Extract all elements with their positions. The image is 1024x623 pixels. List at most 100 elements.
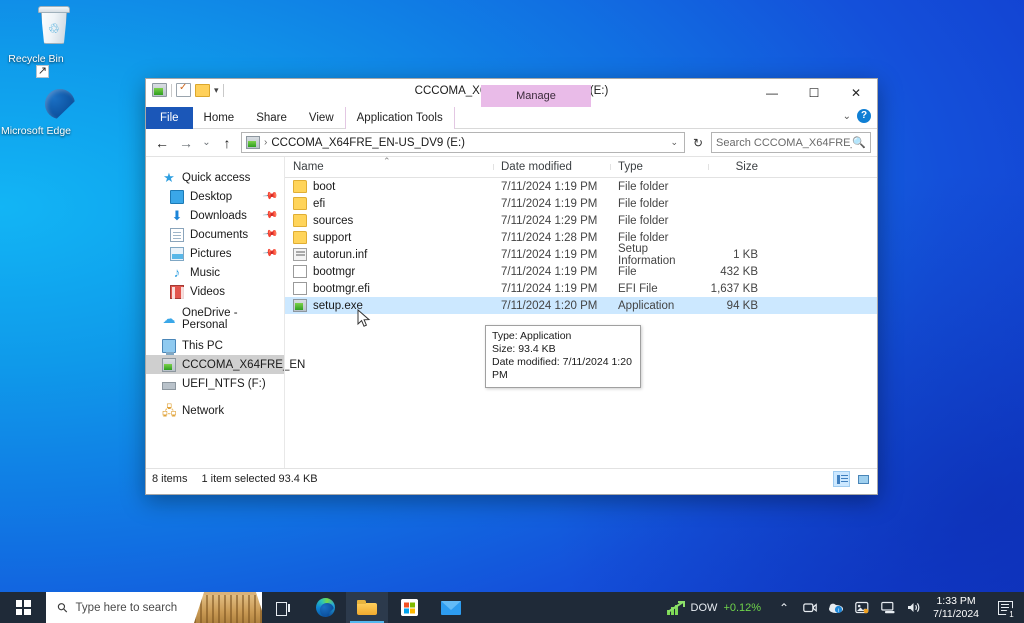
taskbar-mail-button[interactable]: [430, 592, 472, 623]
tab-home[interactable]: Home: [193, 107, 246, 129]
tooltip-line: Size: 93.4 KB: [492, 343, 634, 356]
volume-tray-icon[interactable]: [901, 592, 927, 623]
chevron-down-icon[interactable]: ⌄: [670, 137, 680, 148]
sidebar-item-this-pc[interactable]: This PC: [146, 336, 284, 355]
sidebar-item-quick-access[interactable]: ★ Quick access: [146, 168, 284, 187]
tab-view[interactable]: View: [298, 107, 345, 129]
desktop-icon-recycle-bin[interactable]: ♲ Recycle Bin: [0, 6, 72, 65]
sidebar-item-music[interactable]: ♪ Music: [146, 263, 284, 282]
pin-icon[interactable]: 📌: [261, 188, 278, 204]
inf-file-icon: [293, 248, 307, 261]
sidebar-item-desktop[interactable]: Desktop 📌: [146, 187, 284, 206]
taskbar-file-explorer-button[interactable]: [346, 592, 388, 623]
status-item-count: 8 items: [152, 473, 187, 485]
sidebar-item-pictures[interactable]: Pictures 📌: [146, 244, 284, 263]
table-row[interactable]: bootmgr 7/11/2024 1:19 PM File 432 KB: [285, 263, 877, 280]
desktop-icon-label: Microsoft Edge: [1, 125, 71, 137]
download-icon: ⬇: [170, 209, 184, 223]
status-selection-info: 1 item selected 93.4 KB: [201, 473, 317, 485]
table-row-selected[interactable]: setup.exe 7/11/2024 1:20 PM Application …: [285, 297, 877, 314]
column-header-type[interactable]: Type: [610, 161, 708, 173]
tab-share[interactable]: Share: [245, 107, 298, 129]
videos-icon: [170, 285, 184, 299]
sidebar-item-documents[interactable]: Documents 📌: [146, 225, 284, 244]
file-size: 432 KB: [708, 266, 766, 278]
stock-ticker-widget[interactable]: DOW +0.12%: [663, 601, 772, 615]
taskbar-microsoft-store-button[interactable]: [388, 592, 430, 623]
task-view-button[interactable]: [262, 592, 304, 623]
onedrive-tray-icon[interactable]: i: [823, 592, 849, 623]
table-row[interactable]: sources 7/11/2024 1:29 PM File folder: [285, 212, 877, 229]
pin-icon[interactable]: 📌: [261, 226, 278, 242]
folder-icon: [293, 214, 307, 227]
file-name: autorun.inf: [313, 249, 367, 261]
sidebar-item-cccoma-drive[interactable]: CCCOMA_X64FRE_EN: [146, 355, 284, 374]
search-icon: 🔍: [852, 136, 866, 149]
pin-icon[interactable]: 📌: [261, 207, 278, 223]
sidebar-item-onedrive[interactable]: ☁ OneDrive - Personal: [146, 309, 284, 328]
column-header-size[interactable]: Size: [708, 161, 766, 173]
address-bar[interactable]: › CCCOMA_X64FRE_EN-US_DV9 (E:) ⌄: [241, 132, 685, 153]
maximize-button[interactable]: ☐: [793, 79, 835, 106]
column-header-name[interactable]: Name: [285, 161, 493, 173]
large-icons-view-button[interactable]: [854, 471, 871, 487]
sidebar-item-uefi-ntfs[interactable]: UEFI_NTFS (F:): [146, 374, 284, 393]
file-date: 7/11/2024 1:20 PM: [493, 300, 610, 312]
window-controls: — ☐ ✕: [751, 79, 877, 106]
details-view-button[interactable]: [833, 471, 850, 487]
table-row[interactable]: efi 7/11/2024 1:19 PM File folder: [285, 195, 877, 212]
breadcrumb-separator: ›: [264, 137, 267, 148]
taskbar-edge-button[interactable]: [304, 592, 346, 623]
usb-drive-icon: [162, 382, 176, 390]
address-toolbar: ← → ⌄ ↑ › CCCOMA_X64FRE_EN-US_DV9 (E:) ⌄…: [146, 129, 877, 156]
search-input[interactable]: Search CCCOMA_X64FRE_EN-... 🔍: [711, 132, 871, 153]
tab-file[interactable]: File: [146, 107, 193, 129]
file-size: 1 KB: [708, 249, 766, 261]
search-icon: ⚲: [54, 598, 72, 616]
sidebar-item-videos[interactable]: Videos: [146, 282, 284, 301]
documents-icon: [170, 228, 184, 242]
refresh-icon[interactable]: ↻: [689, 136, 707, 150]
divider: [146, 393, 284, 401]
show-hidden-icons-button[interactable]: ⌃: [771, 592, 797, 623]
taskbar: ⚲ Type here to search: [0, 592, 1024, 623]
back-button[interactable]: ←: [152, 135, 172, 151]
mail-icon: [441, 601, 461, 615]
svg-text:i: i: [838, 608, 839, 614]
table-row[interactable]: support 7/11/2024 1:28 PM File folder: [285, 229, 877, 246]
column-header-date-modified[interactable]: Date modified: [493, 161, 610, 173]
forward-button[interactable]: →: [176, 135, 196, 151]
table-row[interactable]: boot 7/11/2024 1:19 PM File folder: [285, 178, 877, 195]
sidebar-item-network[interactable]: 🖧 Network: [146, 401, 284, 420]
pictures-icon: [170, 247, 184, 261]
help-icon[interactable]: ?: [857, 109, 871, 123]
clock[interactable]: 1:33 PM 7/11/2024: [927, 595, 988, 621]
network-tray-icon[interactable]: [875, 592, 901, 623]
chevron-down-icon[interactable]: ⌄: [843, 111, 851, 122]
file-name: sources: [313, 215, 353, 227]
tab-application-tools[interactable]: Application Tools: [345, 107, 455, 129]
desktop-icon-label: Recycle Bin: [8, 53, 63, 65]
sidebar-item-downloads[interactable]: ⬇ Downloads 📌: [146, 206, 284, 225]
application-icon: [293, 299, 307, 312]
notifications-button[interactable]: 1: [988, 592, 1022, 623]
taskbar-search-input[interactable]: ⚲ Type here to search: [46, 592, 262, 623]
start-button[interactable]: [0, 592, 46, 623]
file-type: File: [610, 266, 708, 278]
camera-tray-icon[interactable]: [797, 592, 823, 623]
generic-file-icon: [293, 265, 307, 278]
breadcrumb-path[interactable]: CCCOMA_X64FRE_EN-US_DV9 (E:): [271, 137, 465, 149]
sidebar-item-label: Quick access: [182, 172, 250, 184]
pin-icon[interactable]: 📌: [261, 245, 278, 261]
up-button[interactable]: ↑: [217, 135, 237, 151]
file-date: 7/11/2024 1:19 PM: [493, 181, 610, 193]
desktop-icon-microsoft-edge[interactable]: ↗ Microsoft Edge: [0, 78, 72, 137]
photos-tray-icon[interactable]: [849, 592, 875, 623]
table-row[interactable]: bootmgr.efi 7/11/2024 1:19 PM EFI File 1…: [285, 280, 877, 297]
this-pc-icon: [162, 339, 176, 353]
folder-icon: [293, 197, 307, 210]
close-button[interactable]: ✕: [835, 79, 877, 106]
minimize-button[interactable]: —: [751, 79, 793, 106]
recent-locations-button[interactable]: ⌄: [200, 137, 213, 148]
table-row[interactable]: autorun.inf 7/11/2024 1:19 PM Setup Info…: [285, 246, 877, 263]
